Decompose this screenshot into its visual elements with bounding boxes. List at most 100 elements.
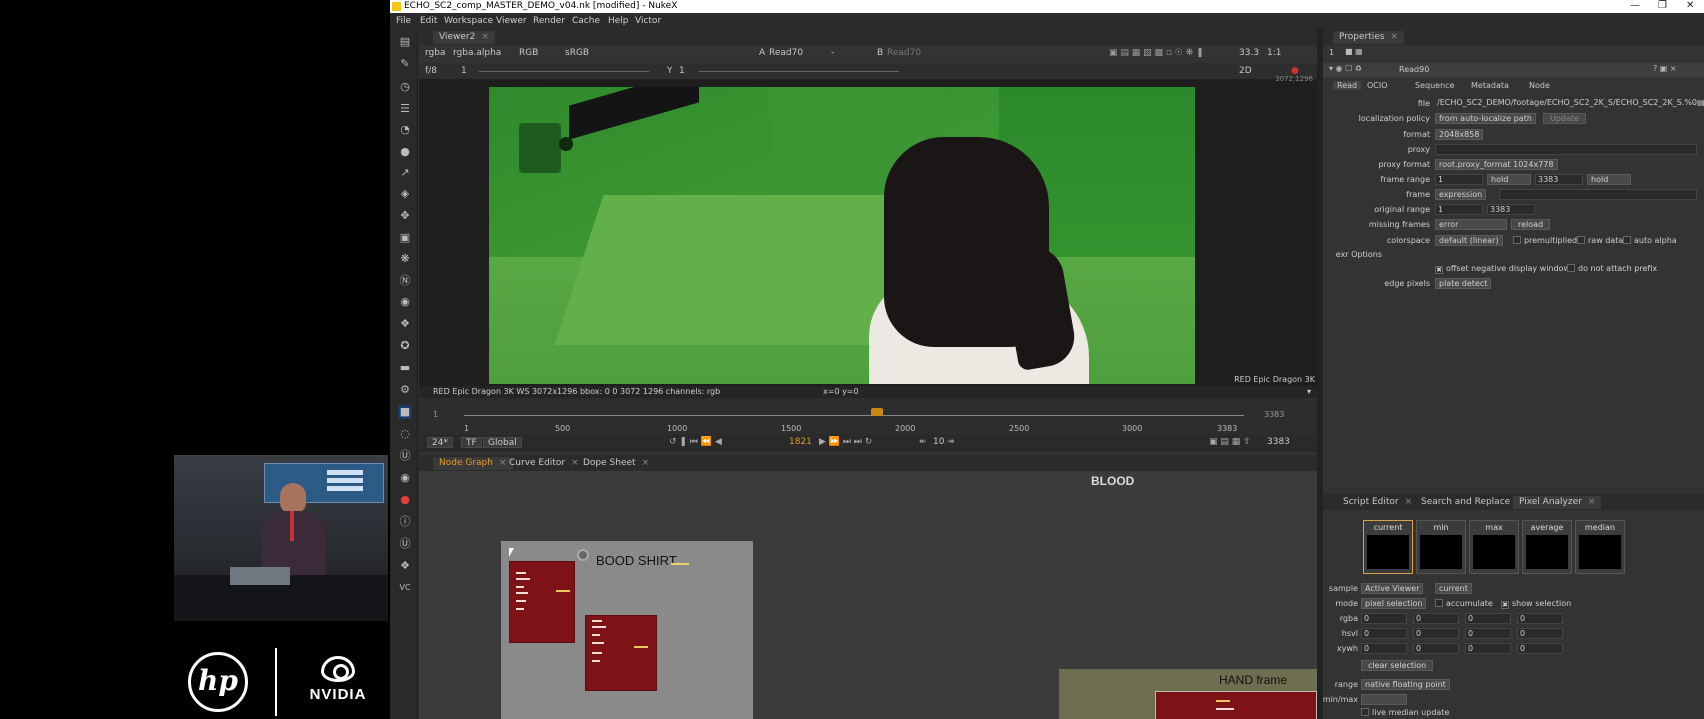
subtab-metadata[interactable]: Metadata — [1471, 81, 1509, 90]
accumulate-checkbox[interactable]: accumulate — [1435, 599, 1493, 608]
menu-workspace[interactable]: Workspace — [444, 16, 493, 26]
filter-tools-icon[interactable]: ● — [398, 145, 412, 159]
backdrop-hand-frame[interactable]: HAND frame — [1059, 669, 1317, 719]
mode-dropdown[interactable]: pixel selection — [1361, 598, 1427, 609]
swatch-average[interactable]: average — [1522, 520, 1572, 574]
premultiplied-checkbox[interactable]: premultiplied — [1513, 236, 1577, 245]
viewer-canvas[interactable]: 3072,1296 RED Epic Dragon 3K — [419, 75, 1317, 386]
live-median-checkbox[interactable]: live median update — [1361, 708, 1449, 717]
input-a-dropdown[interactable]: Read70 — [769, 48, 803, 58]
channels-dropdown[interactable]: rgba — [425, 48, 445, 58]
menu-render[interactable]: Render — [533, 16, 565, 26]
subtab-ocio[interactable]: OCIO — [1367, 81, 1388, 90]
draw-tools-icon[interactable]: ✎ — [398, 57, 412, 71]
vc-plugin-icon[interactable]: VC — [398, 581, 412, 595]
reload-button[interactable]: reload — [1511, 219, 1551, 230]
tab-pixel-analyzer[interactable]: Pixel Analyzer × — [1513, 496, 1602, 509]
no-prefix-checkbox[interactable]: do not attach prefix — [1567, 264, 1657, 273]
timeline-option-icons[interactable]: ▣ ▤ ▦ ⇪ — [1209, 437, 1251, 447]
u-plugin-icon[interactable]: Ⓤ — [398, 537, 412, 551]
swatch-current[interactable]: current — [1363, 520, 1413, 574]
proxy-field[interactable] — [1435, 144, 1697, 155]
read-node[interactable] — [509, 561, 575, 643]
ofx-plugin-icon[interactable]: ◌ — [398, 427, 412, 441]
frame-range-end[interactable]: 3383 — [1535, 174, 1583, 185]
show-selection-checkbox[interactable]: ✖ show selection — [1501, 599, 1571, 609]
particles-tools-icon[interactable]: ❋ — [398, 252, 412, 266]
tab-node-graph[interactable]: Node Graph × — [433, 457, 513, 470]
gamma-field[interactable]: 1 — [679, 66, 685, 76]
raw-data-checkbox[interactable]: raw data — [1577, 236, 1623, 245]
read-node[interactable] — [1155, 691, 1317, 719]
close-icon[interactable]: ✕ — [1686, 0, 1694, 11]
proxy-format-dropdown[interactable]: root.proxy_format 1024x778 — [1435, 159, 1558, 170]
lut-dropdown[interactable]: sRGB — [565, 48, 589, 58]
deep-tools-icon[interactable]: Ⓝ — [398, 274, 412, 288]
tab-close-icon[interactable]: × — [1390, 32, 1398, 42]
image-tools-icon[interactable]: ▤ — [398, 35, 412, 49]
menu-victor[interactable]: Victor — [635, 16, 661, 26]
gamma-slider[interactable] — [699, 71, 899, 72]
frame-range-start[interactable]: 1 — [1435, 174, 1483, 185]
scope-dropdown[interactable]: Global — [483, 437, 522, 448]
play-buttons[interactable]: ▶ ⏩ ⏭ ⏭ ↻ — [819, 437, 872, 447]
sample-secondary-dropdown[interactable]: current — [1435, 583, 1472, 594]
k-plugin-icon[interactable]: Ⓤ — [398, 449, 412, 463]
viewer-tool-icons[interactable]: ▣ ▤ ▦ ▧ ▩ ▫ ☉ ❋ ❚ — [1109, 48, 1204, 58]
tab-viewer2[interactable]: Viewer2 × — [433, 31, 495, 44]
menu-file[interactable]: File — [396, 16, 411, 26]
merge-tools-icon[interactable]: ◈ — [398, 187, 412, 201]
channel-tools-icon[interactable]: ☰ — [398, 102, 412, 116]
red-plugin-icon[interactable]: ■ — [398, 405, 412, 419]
update-button[interactable]: Update — [1543, 113, 1586, 124]
fstop-label[interactable]: f/8 — [425, 66, 437, 76]
step-field[interactable]: 10 — [933, 437, 944, 447]
playback-buttons[interactable]: ↺ ❚ ⏮ ⏪ ◀ — [669, 437, 722, 447]
colorspace-dropdown[interactable]: default (linear) — [1435, 235, 1503, 246]
tab-close-icon[interactable]: × — [1588, 497, 1596, 507]
subtab-sequence[interactable]: Sequence — [1415, 81, 1454, 90]
step-back-icon[interactable]: ↞ — [919, 437, 927, 447]
end-frame-field[interactable]: 3383 — [1267, 437, 1290, 447]
swatch-min[interactable]: min — [1416, 520, 1466, 574]
format-dropdown[interactable]: 2048x858 — [1435, 129, 1484, 140]
metadata-tools-icon[interactable]: ❖ — [398, 317, 412, 331]
node-header-icons[interactable]: ▾ ◉ ☐ ♻ — [1329, 64, 1362, 73]
timeline-playhead[interactable] — [871, 408, 883, 416]
minimize-icon[interactable]: — — [1630, 0, 1640, 11]
tab-close-icon[interactable]: × — [481, 32, 489, 42]
viewer-info-expand-icon[interactable]: ▾ — [1307, 387, 1311, 396]
gain-field[interactable]: 1 — [461, 66, 467, 76]
edge-pixels-dropdown[interactable]: plate detect — [1435, 278, 1492, 289]
offset-negative-checkbox[interactable]: ✖ offset negative display window — [1435, 264, 1570, 274]
frame-range-after[interactable]: hold — [1587, 174, 1631, 185]
menu-edit[interactable]: Edit — [420, 16, 437, 26]
globe-plugin-icon[interactable]: ◉ — [398, 471, 412, 485]
timeline-track[interactable] — [464, 415, 1244, 416]
cube-plugin-icon[interactable]: ❖ — [398, 559, 412, 573]
localization-dropdown[interactable]: from auto-localize path — [1435, 113, 1536, 124]
step-forward-icon[interactable]: ↠ — [947, 437, 955, 447]
tab-dope-sheet[interactable]: Dope Sheet × — [577, 457, 655, 470]
ratio-dropdown[interactable]: 1:1 — [1267, 48, 1281, 58]
fps-dropdown[interactable]: 24* — [427, 437, 453, 448]
backdrop-bood-shirt[interactable]: BOOD SHIRT — [501, 541, 753, 719]
frame-expression-field[interactable] — [1499, 189, 1697, 200]
color-tools-icon[interactable]: ◔ — [398, 123, 412, 137]
original-range-start[interactable]: 1 — [1435, 204, 1483, 215]
clear-selection-button[interactable]: clear selection — [1361, 660, 1434, 671]
missing-frames-dropdown[interactable]: error — [1435, 219, 1507, 230]
subtab-read[interactable]: Read — [1333, 81, 1362, 90]
menu-help[interactable]: Help — [608, 16, 629, 26]
node-name-field[interactable]: Read90 — [1399, 65, 1429, 74]
display-dropdown[interactable]: RGB — [519, 48, 538, 58]
transform-tools-icon[interactable]: ✥ — [398, 209, 412, 223]
current-frame-field[interactable]: 1821 — [789, 437, 812, 447]
tf-dropdown[interactable]: TF — [461, 437, 482, 448]
zoom-dropdown[interactable]: 33.3 — [1239, 48, 1259, 58]
input-b-dropdown[interactable]: Read70 — [887, 48, 921, 58]
tab-close-icon[interactable]: × — [642, 458, 650, 468]
timeline[interactable]: 1 1 500 1000 1500 2000 2500 3000 3383 33… — [419, 398, 1317, 434]
toolsets-icon[interactable]: ✪ — [398, 339, 412, 353]
gain-slider[interactable] — [479, 71, 649, 72]
